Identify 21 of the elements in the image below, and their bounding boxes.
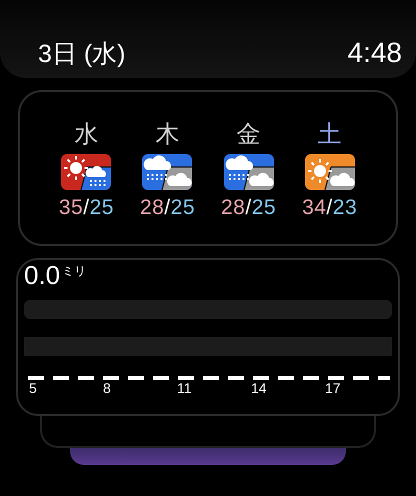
temperature-label: 35/25 bbox=[58, 196, 114, 220]
weekday-label: 水 bbox=[74, 120, 98, 148]
weekday-label: 金 bbox=[236, 120, 261, 148]
rain-amount: 0.0 bbox=[24, 260, 60, 290]
weather-icon bbox=[61, 154, 112, 190]
hour-label: 14 bbox=[251, 380, 267, 396]
time-label: 4:48 bbox=[348, 37, 402, 69]
hour-label: 11 bbox=[177, 380, 192, 396]
weather-icon bbox=[304, 154, 355, 190]
weather-icon bbox=[142, 154, 192, 190]
weekday-label: 土 bbox=[318, 120, 342, 148]
hour-label: 8 bbox=[103, 380, 111, 396]
hour-label: 17 bbox=[325, 380, 341, 396]
temperature-label: 34/23 bbox=[302, 196, 358, 220]
temperature-label: 28/25 bbox=[221, 196, 276, 220]
weather-icon bbox=[224, 154, 274, 190]
date-label: 3日 (水) bbox=[38, 38, 126, 70]
temperature-label: 28/25 bbox=[140, 196, 195, 220]
weekday-label: 木 bbox=[155, 120, 180, 148]
rain-unit: ミリ bbox=[62, 263, 86, 280]
hour-label: 5 bbox=[29, 380, 37, 396]
